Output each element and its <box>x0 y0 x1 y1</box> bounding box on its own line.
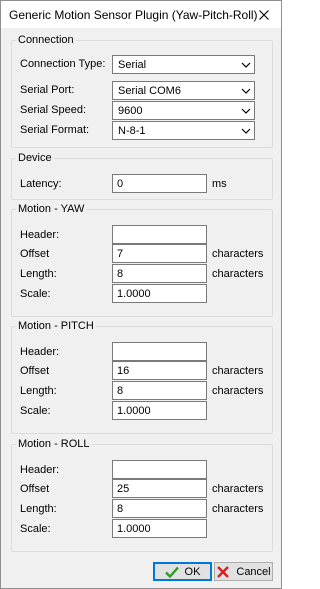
title-bar[interactable]: Generic Motion Sensor Plugin (Yaw-Pitch-… <box>1 1 281 28</box>
pitch-offset-unit: characters <box>212 365 264 377</box>
pitch-scale-input[interactable] <box>112 401 207 420</box>
connection-group-title: Connection <box>16 34 76 46</box>
yaw-scale-input[interactable] <box>112 284 207 303</box>
serial-format-select[interactable]: N-8-1 <box>112 121 255 140</box>
pitch-header-input[interactable] <box>112 342 207 361</box>
yaw-offset-unit: characters <box>212 248 264 260</box>
serial-speed-value: 9600 <box>118 105 143 117</box>
serial-speed-select[interactable]: 9600 <box>112 101 255 120</box>
chevron-down-icon <box>241 62 251 68</box>
chevron-down-icon <box>241 88 251 94</box>
roll-scale-label: Scale: <box>20 523 51 535</box>
dialog-window: Generic Motion Sensor Plugin (Yaw-Pitch-… <box>0 0 282 589</box>
pitch-length-label: Length: <box>20 385 57 397</box>
close-icon <box>259 9 269 20</box>
yaw-length-label: Length: <box>20 268 57 280</box>
device-group: Device Latency: ms <box>11 152 273 200</box>
pitch-scale-label: Scale: <box>20 405 51 417</box>
yaw-group: Motion - YAW Header: Offset characters L… <box>11 203 273 317</box>
yaw-length-unit: characters <box>212 268 264 280</box>
yaw-header-input[interactable] <box>112 225 207 244</box>
latency-unit: ms <box>212 178 227 190</box>
roll-group: Motion - ROLL Header: Offset characters … <box>11 438 273 552</box>
window-title: Generic Motion Sensor Plugin (Yaw-Pitch-… <box>9 8 258 22</box>
yaw-group-title: Motion - YAW <box>16 203 87 215</box>
yaw-length-input[interactable] <box>112 264 207 283</box>
yaw-offset-label: Offset <box>20 248 50 260</box>
device-group-title: Device <box>16 152 54 164</box>
serial-port-label: Serial Port: <box>20 84 75 96</box>
pitch-offset-input[interactable] <box>112 361 207 380</box>
roll-header-label: Header: <box>20 464 60 476</box>
yaw-scale-label: Scale: <box>20 288 51 300</box>
roll-scale-input[interactable] <box>112 519 207 538</box>
roll-header-input[interactable] <box>112 460 207 479</box>
connection-type-label: Connection Type: <box>20 58 106 70</box>
close-button[interactable] <box>247 1 281 28</box>
serial-port-value: Serial COM6 <box>118 85 181 97</box>
serial-format-label: Serial Format: <box>20 124 90 136</box>
pitch-length-input[interactable] <box>112 381 207 400</box>
latency-input[interactable] <box>112 174 207 193</box>
roll-offset-unit: characters <box>212 483 264 495</box>
checkmark-icon <box>164 566 179 578</box>
roll-offset-input[interactable] <box>112 479 207 498</box>
ok-button-label: OK <box>184 565 201 578</box>
roll-length-input[interactable] <box>112 499 207 518</box>
serial-format-value: N-8-1 <box>118 125 146 137</box>
roll-length-label: Length: <box>20 503 57 515</box>
chevron-down-icon <box>241 108 251 114</box>
pitch-header-label: Header: <box>20 346 60 358</box>
serial-speed-label: Serial Speed: <box>20 104 87 116</box>
pitch-group-title: Motion - PITCH <box>16 320 96 332</box>
yaw-header-label: Header: <box>20 229 60 241</box>
cancel-x-icon <box>217 565 230 578</box>
cancel-button[interactable]: Cancel <box>214 562 273 581</box>
serial-port-select[interactable]: Serial COM6 <box>112 81 255 100</box>
pitch-offset-label: Offset <box>20 365 50 377</box>
ok-button[interactable]: OK <box>153 562 212 581</box>
chevron-down-icon <box>241 128 251 134</box>
pitch-group: Motion - PITCH Header: Offset characters… <box>11 320 273 434</box>
connection-type-select[interactable]: Serial <box>112 55 255 74</box>
roll-length-unit: characters <box>212 503 264 515</box>
latency-label: Latency: <box>20 178 62 190</box>
yaw-offset-input[interactable] <box>112 244 207 263</box>
connection-group: Connection Connection Type: Serial Seria… <box>11 34 273 148</box>
roll-group-title: Motion - ROLL <box>16 438 92 450</box>
cancel-button-label: Cancel <box>236 565 271 578</box>
connection-type-value: Serial <box>118 59 147 71</box>
roll-offset-label: Offset <box>20 483 50 495</box>
pitch-length-unit: characters <box>212 385 264 397</box>
